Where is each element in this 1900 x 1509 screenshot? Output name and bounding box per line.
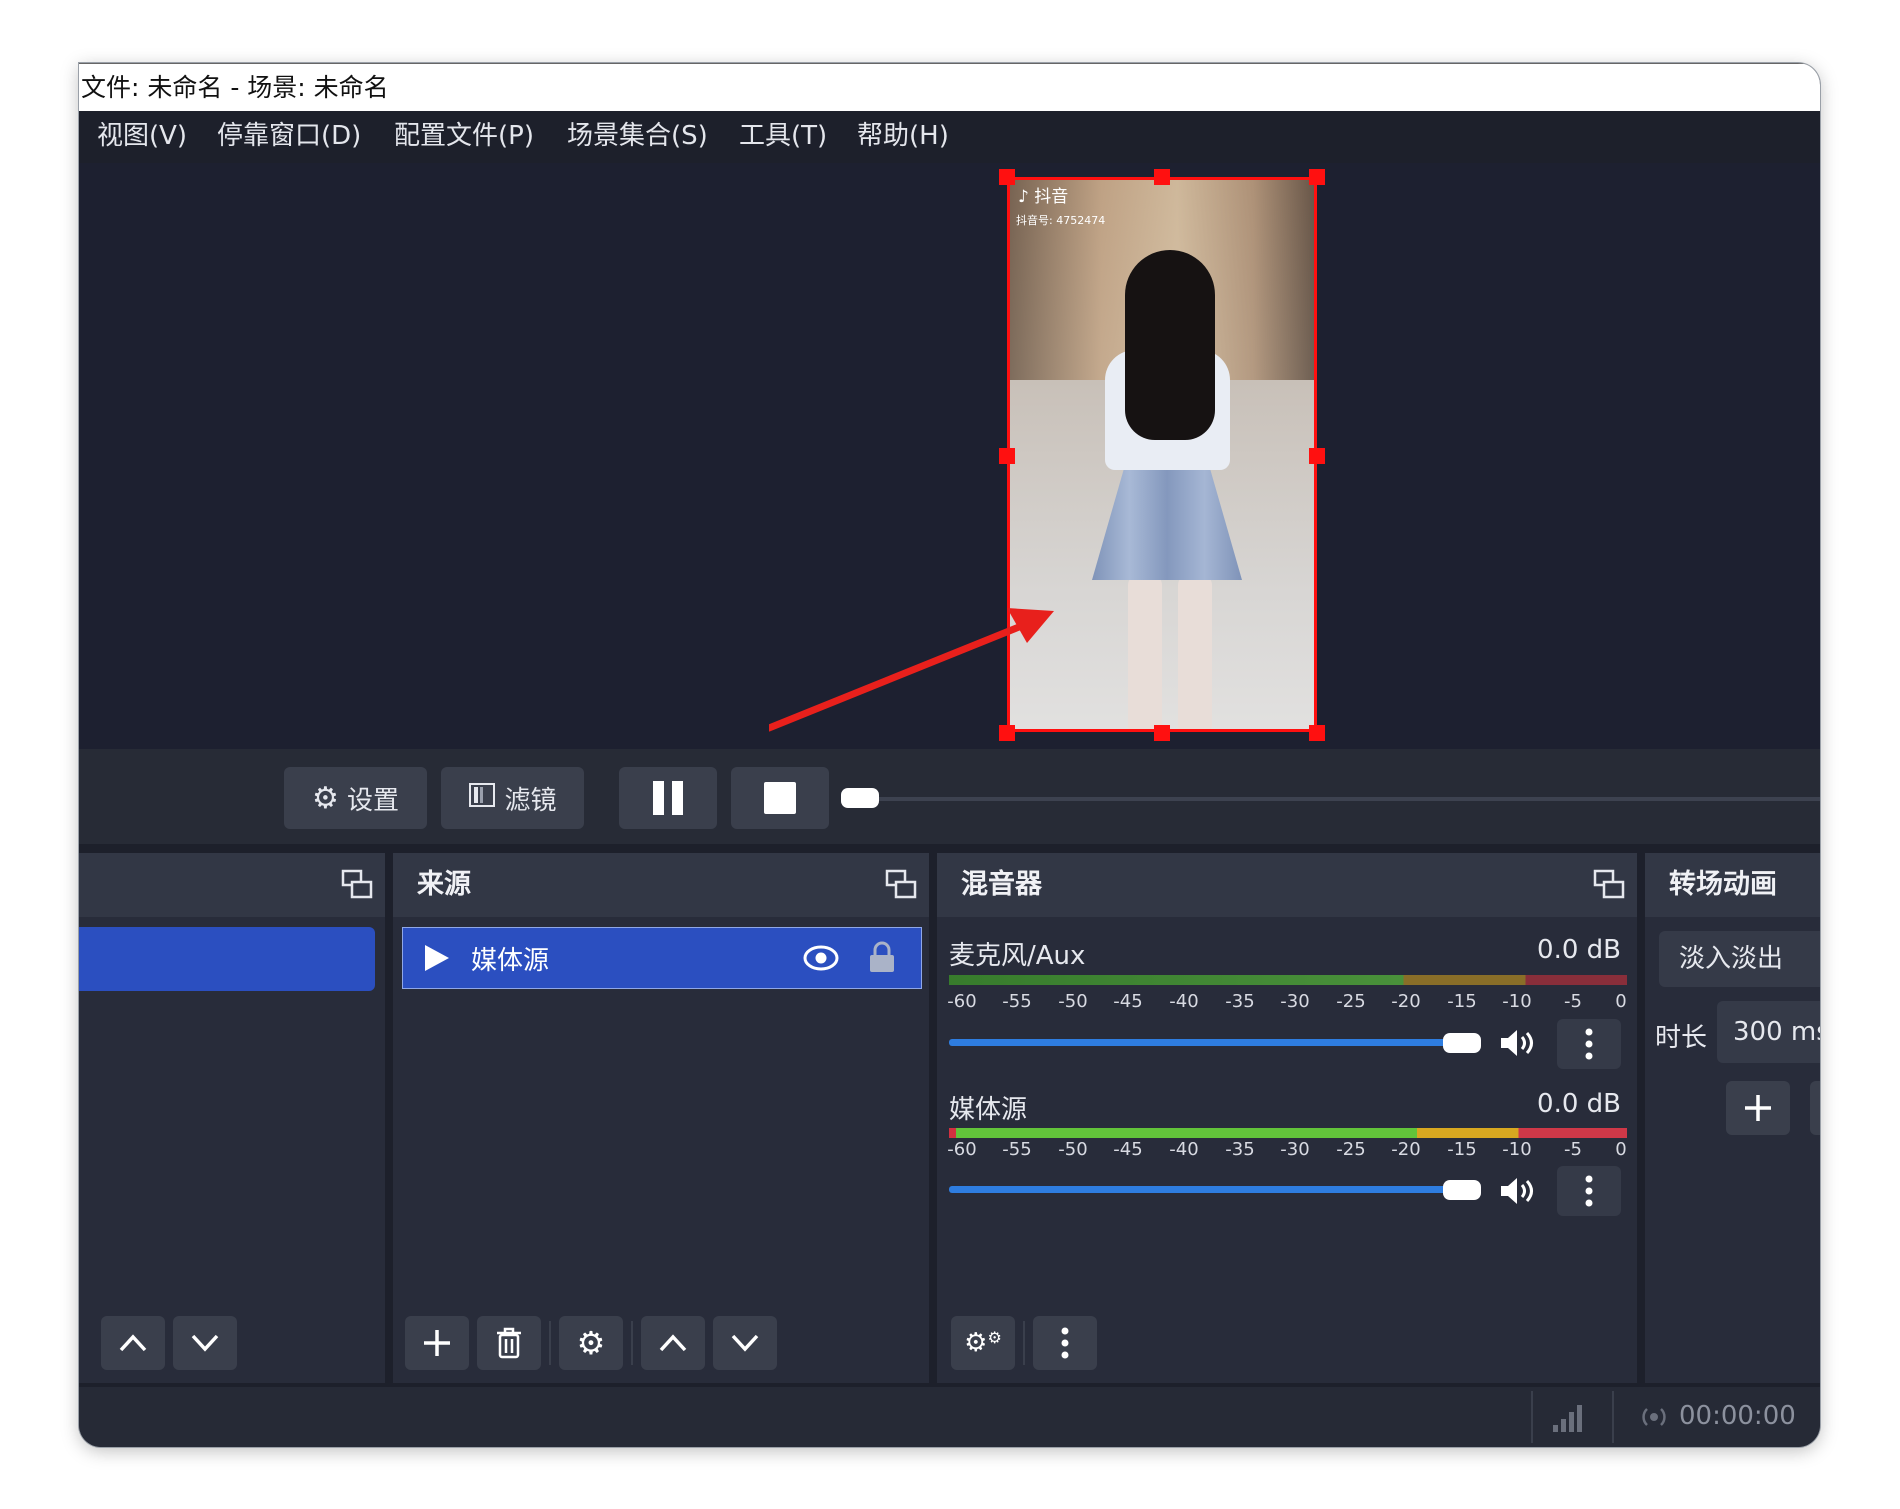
scenes-header [79,853,385,917]
resize-handle-bc[interactable] [1154,725,1170,741]
kebab-icon [1585,1175,1593,1207]
lock-icon[interactable] [867,940,897,974]
add-transition-button[interactable] [1726,1081,1790,1135]
speaker-icon[interactable] [1499,1175,1539,1207]
tiktok-logo: ♪ 抖音 [1018,187,1069,207]
window-title: 文件: 未命名 - 场景: 未命名 [79,63,1820,111]
resize-handle-br[interactable] [1309,725,1325,741]
mixer-menu-button[interactable] [1033,1316,1097,1370]
transition-props-button[interactable] [1810,1081,1820,1135]
mixer-channel-db: 0.0 dB [1537,935,1621,965]
filters-button[interactable]: 滤镜 [441,767,584,829]
menu-view[interactable]: 视图(V) [97,119,187,153]
seek-bar[interactable] [849,797,1820,801]
settings-button[interactable]: ⚙ 设置 [284,767,427,829]
stop-icon [764,782,796,814]
menu-help[interactable]: 帮助(H) [857,119,949,153]
plus-icon [1745,1095,1771,1121]
pause-icon [653,781,683,815]
plus-icon [424,1330,450,1356]
resize-handle-tc[interactable] [1154,169,1170,185]
transitions-header: 转场动画 [1645,853,1820,917]
volume-slider-knob[interactable] [1443,1180,1481,1200]
signal-bars-icon [1553,1405,1582,1432]
obs-window: 文件: 未命名 - 场景: 未命名 视图(V) 停靠窗口(D) 配置文件(P) … [79,63,1820,1447]
float-dock-icon[interactable] [1593,869,1625,901]
resize-handle-ml[interactable] [999,448,1015,464]
mixer-header: 混音器 [937,853,1637,917]
duration-input[interactable]: 300 ms [1717,1001,1820,1063]
source-move-down-button[interactable] [713,1316,777,1370]
scene-move-up-button[interactable] [101,1316,165,1370]
scene-item-selected[interactable] [79,927,375,991]
mixer-channel-name: 麦克风/Aux [949,941,1086,971]
channel-menu-button[interactable] [1557,1166,1621,1216]
scene-move-down-button[interactable] [173,1316,237,1370]
volume-meter [949,1128,1627,1138]
menu-tools[interactable]: 工具(T) [739,119,827,153]
meter-ticks: -60 -55 -50 -45 -40 -35 -30 -25 -20 -15 … [947,1139,1627,1160]
volume-slider-knob[interactable] [1443,1033,1481,1053]
chevron-up-icon [119,1334,147,1352]
chevron-up-icon [659,1334,687,1352]
float-dock-icon[interactable] [341,869,373,901]
filter-icon [468,781,496,816]
mixer-channel-db: 0.0 dB [1537,1089,1621,1119]
transitions-dock: 转场动画 淡入淡出 时长 300 ms [1645,853,1820,1383]
media-controls: ⚙ 设置 滤镜 [79,749,1820,844]
sources-dock: 来源 媒体源 ⚙ [393,853,929,1383]
play-icon [425,945,449,971]
status-bar: 00:00:00 [79,1387,1820,1447]
resize-handle-tr[interactable] [1309,169,1325,185]
meter-ticks: -60 -55 -50 -45 -40 -35 -30 -25 -20 -15 … [947,991,1627,1012]
kebab-icon [1585,1028,1593,1060]
menu-scene-collection[interactable]: 场景集合(S) [567,119,708,153]
menu-profile[interactable]: 配置文件(P) [394,119,534,153]
transition-select[interactable]: 淡入淡出 [1659,931,1820,987]
video-subject [1125,250,1215,440]
preview-canvas[interactable]: ♪ 抖音 抖音号: 4752474 [79,163,1820,749]
float-dock-icon[interactable] [885,869,917,901]
speaker-icon[interactable] [1499,1027,1539,1059]
advanced-audio-button[interactable]: ⚙⚙ [951,1316,1015,1370]
menu-docks[interactable]: 停靠窗口(D) [217,119,361,153]
gear-icon: ⚙ [312,780,339,816]
gear-icon: ⚙ [576,1324,606,1362]
chevron-down-icon [191,1334,219,1352]
kebab-icon [1061,1327,1069,1359]
resize-handle-tl[interactable] [999,169,1015,185]
add-source-button[interactable] [405,1316,469,1370]
volume-slider[interactable] [949,1186,1469,1193]
duration-label: 时长 [1655,1023,1708,1053]
sources-header: 来源 [393,853,929,917]
mixer-dock: 混音器 麦克风/Aux 0.0 dB -60 -55 -50 -45 -40 -… [937,853,1637,1383]
chevron-down-icon [731,1334,759,1352]
volume-slider[interactable] [949,1039,1469,1046]
red-arrow-annotation [769,608,1054,732]
remove-source-button[interactable] [477,1316,541,1370]
gears-icon: ⚙⚙ [964,1328,1002,1358]
volume-meter [949,975,1627,985]
broadcast-icon [1642,1408,1666,1426]
pause-button[interactable] [619,767,717,829]
trash-icon [497,1327,521,1359]
stop-button[interactable] [731,767,829,829]
source-item-media[interactable]: 媒体源 [402,927,922,989]
source-properties-button[interactable]: ⚙ [559,1316,623,1370]
tiktok-icon: ♪ [1018,187,1029,207]
seek-knob[interactable] [841,788,879,808]
source-move-up-button[interactable] [641,1316,705,1370]
channel-menu-button[interactable] [1557,1019,1621,1069]
account-id: 抖音号: 4752474 [1016,214,1106,227]
eye-icon[interactable] [803,944,839,972]
menu-bar: 视图(V) 停靠窗口(D) 配置文件(P) 场景集合(S) 工具(T) 帮助(H… [79,111,1820,163]
stream-time: 00:00:00 [1679,1401,1796,1431]
mixer-channel-name: 媒体源 [949,1095,1028,1125]
scenes-dock [79,853,385,1383]
resize-handle-mr[interactable] [1309,448,1325,464]
